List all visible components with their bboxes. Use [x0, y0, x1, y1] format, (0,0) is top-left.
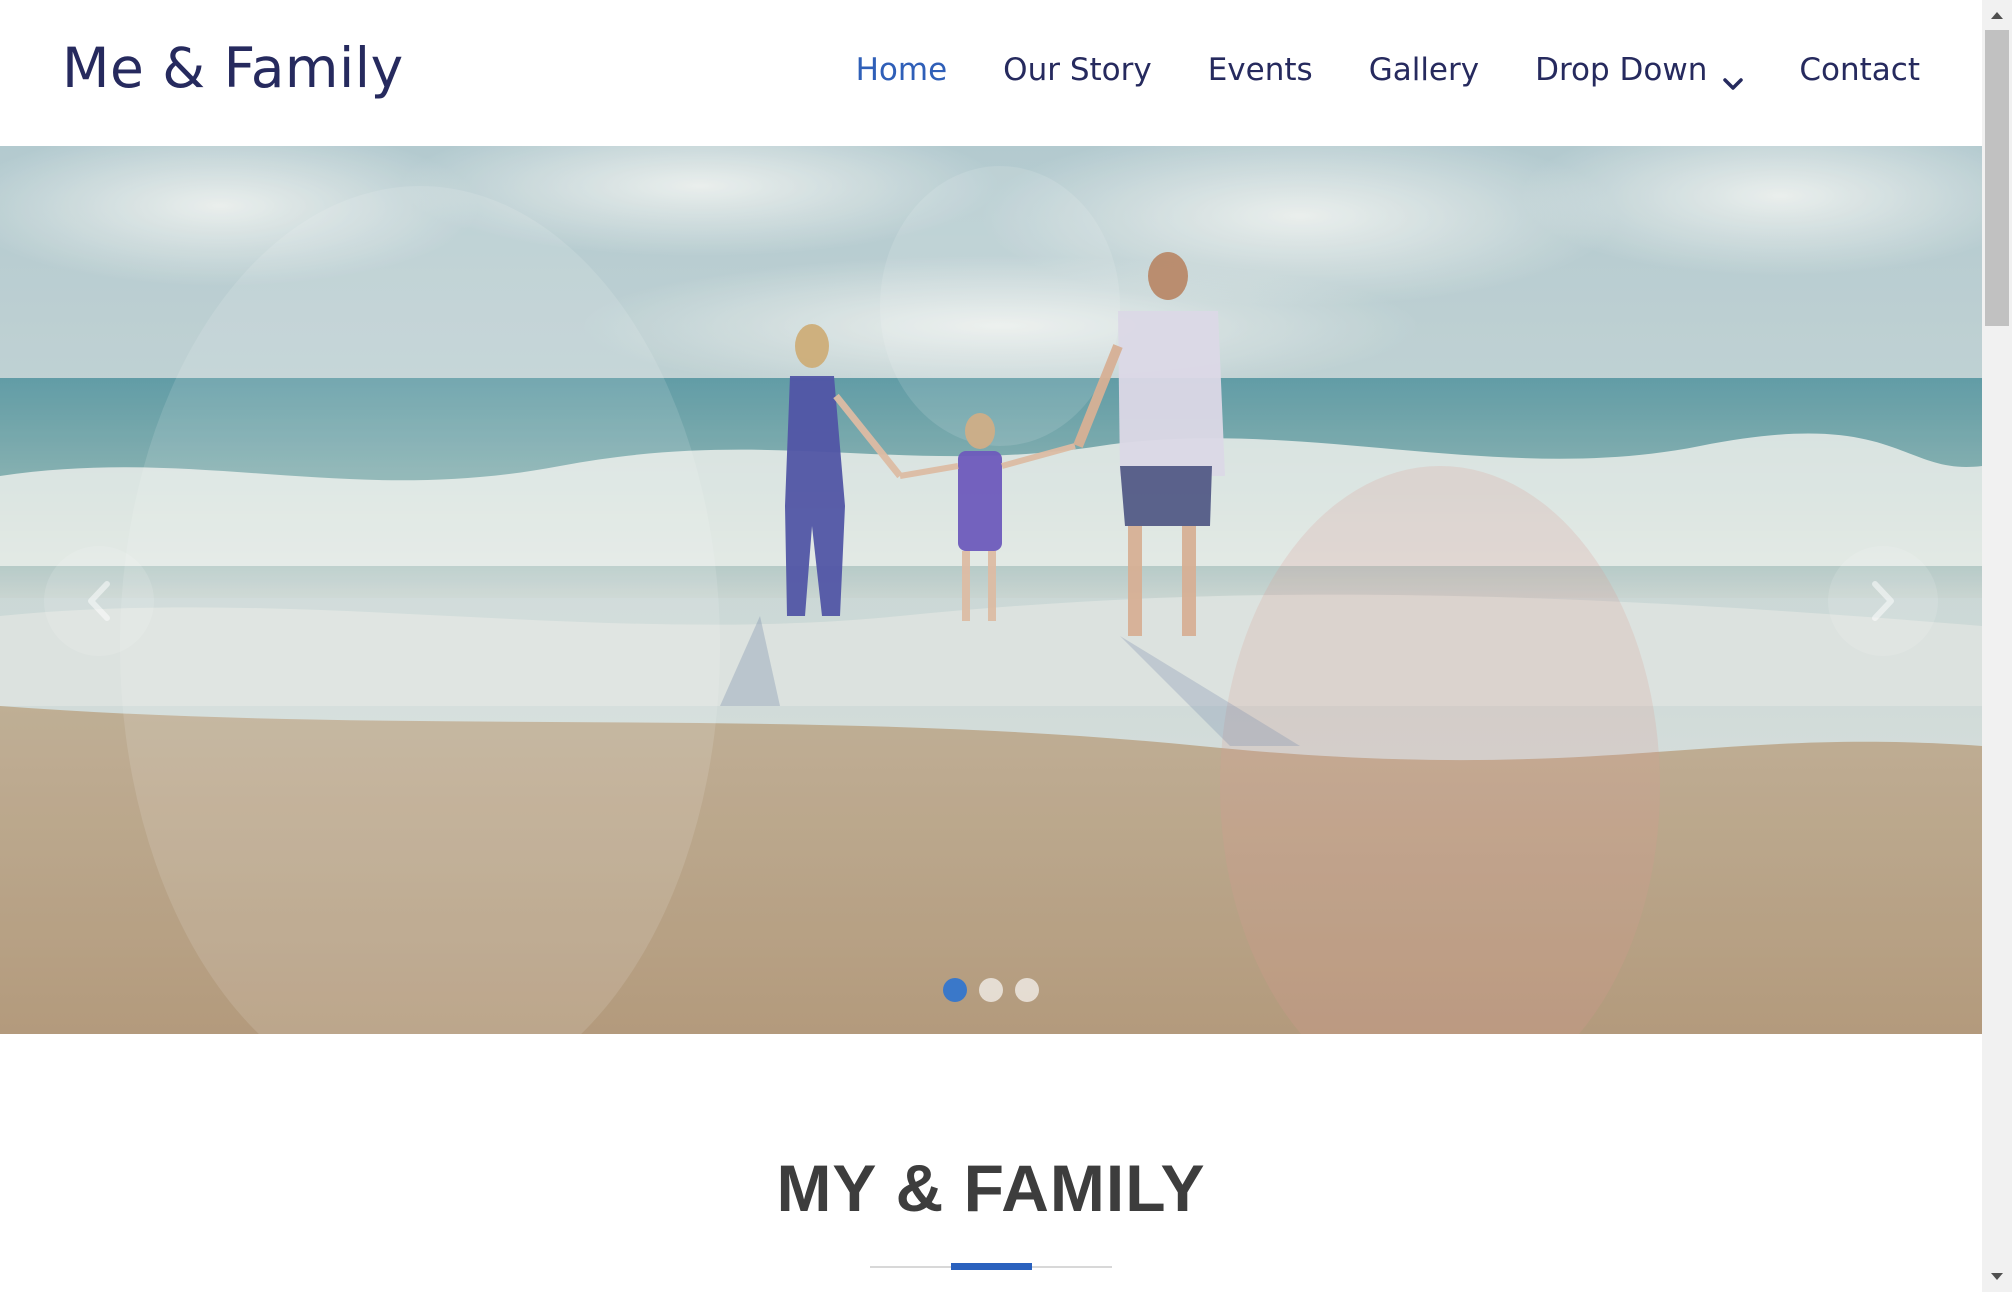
nav-item-our-story[interactable]: Our Story: [1003, 52, 1152, 88]
site-logo[interactable]: Me & Family: [62, 36, 404, 100]
vertical-scrollbar[interactable]: [1982, 0, 2012, 1292]
section-title: MY & FAMILY: [776, 1151, 1206, 1225]
site-header: Me & Family Home Our Story Events Galler…: [0, 0, 1982, 146]
hero-image: [0, 146, 1982, 1034]
nav-item-gallery[interactable]: Gallery: [1369, 52, 1479, 88]
slider-dot-1[interactable]: [943, 978, 967, 1002]
nav-item-drop-down[interactable]: Drop Down: [1535, 52, 1744, 90]
nav-item-label: Our Story: [1003, 52, 1152, 88]
chevron-right-icon: [1863, 576, 1903, 626]
scroll-up-arrow-icon[interactable]: [1982, 0, 2012, 30]
nav-item-events[interactable]: Events: [1208, 52, 1313, 88]
slider-next-button[interactable]: [1828, 546, 1938, 656]
main-nav: Home Our Story Events Gallery Drop Down …: [856, 52, 1920, 90]
nav-item-label: Gallery: [1368, 52, 1480, 88]
slider-dot-3[interactable]: [1015, 978, 1039, 1002]
chevron-left-icon: [79, 576, 119, 626]
scroll-down-arrow-icon[interactable]: [1982, 1262, 2012, 1292]
nav-item-label: Home: [855, 52, 948, 88]
slider-prev-button[interactable]: [44, 546, 154, 656]
chevron-down-icon: [1723, 63, 1744, 90]
slider-pagination: [0, 978, 1982, 1002]
nav-item-home[interactable]: Home: [856, 52, 948, 88]
nav-item-label: Contact: [1799, 52, 1920, 88]
nav-item-label: Drop Down: [1535, 52, 1708, 88]
page-viewport: Me & Family Home Our Story Events Galler…: [0, 0, 1982, 1292]
section-divider-accent: [951, 1263, 1032, 1270]
hero-slider: [0, 146, 1982, 1034]
scrollbar-thumb[interactable]: [1985, 30, 2009, 326]
nav-item-label: Events: [1207, 52, 1313, 88]
slider-dot-2[interactable]: [979, 978, 1003, 1002]
nav-item-contact[interactable]: Contact: [1799, 52, 1920, 88]
